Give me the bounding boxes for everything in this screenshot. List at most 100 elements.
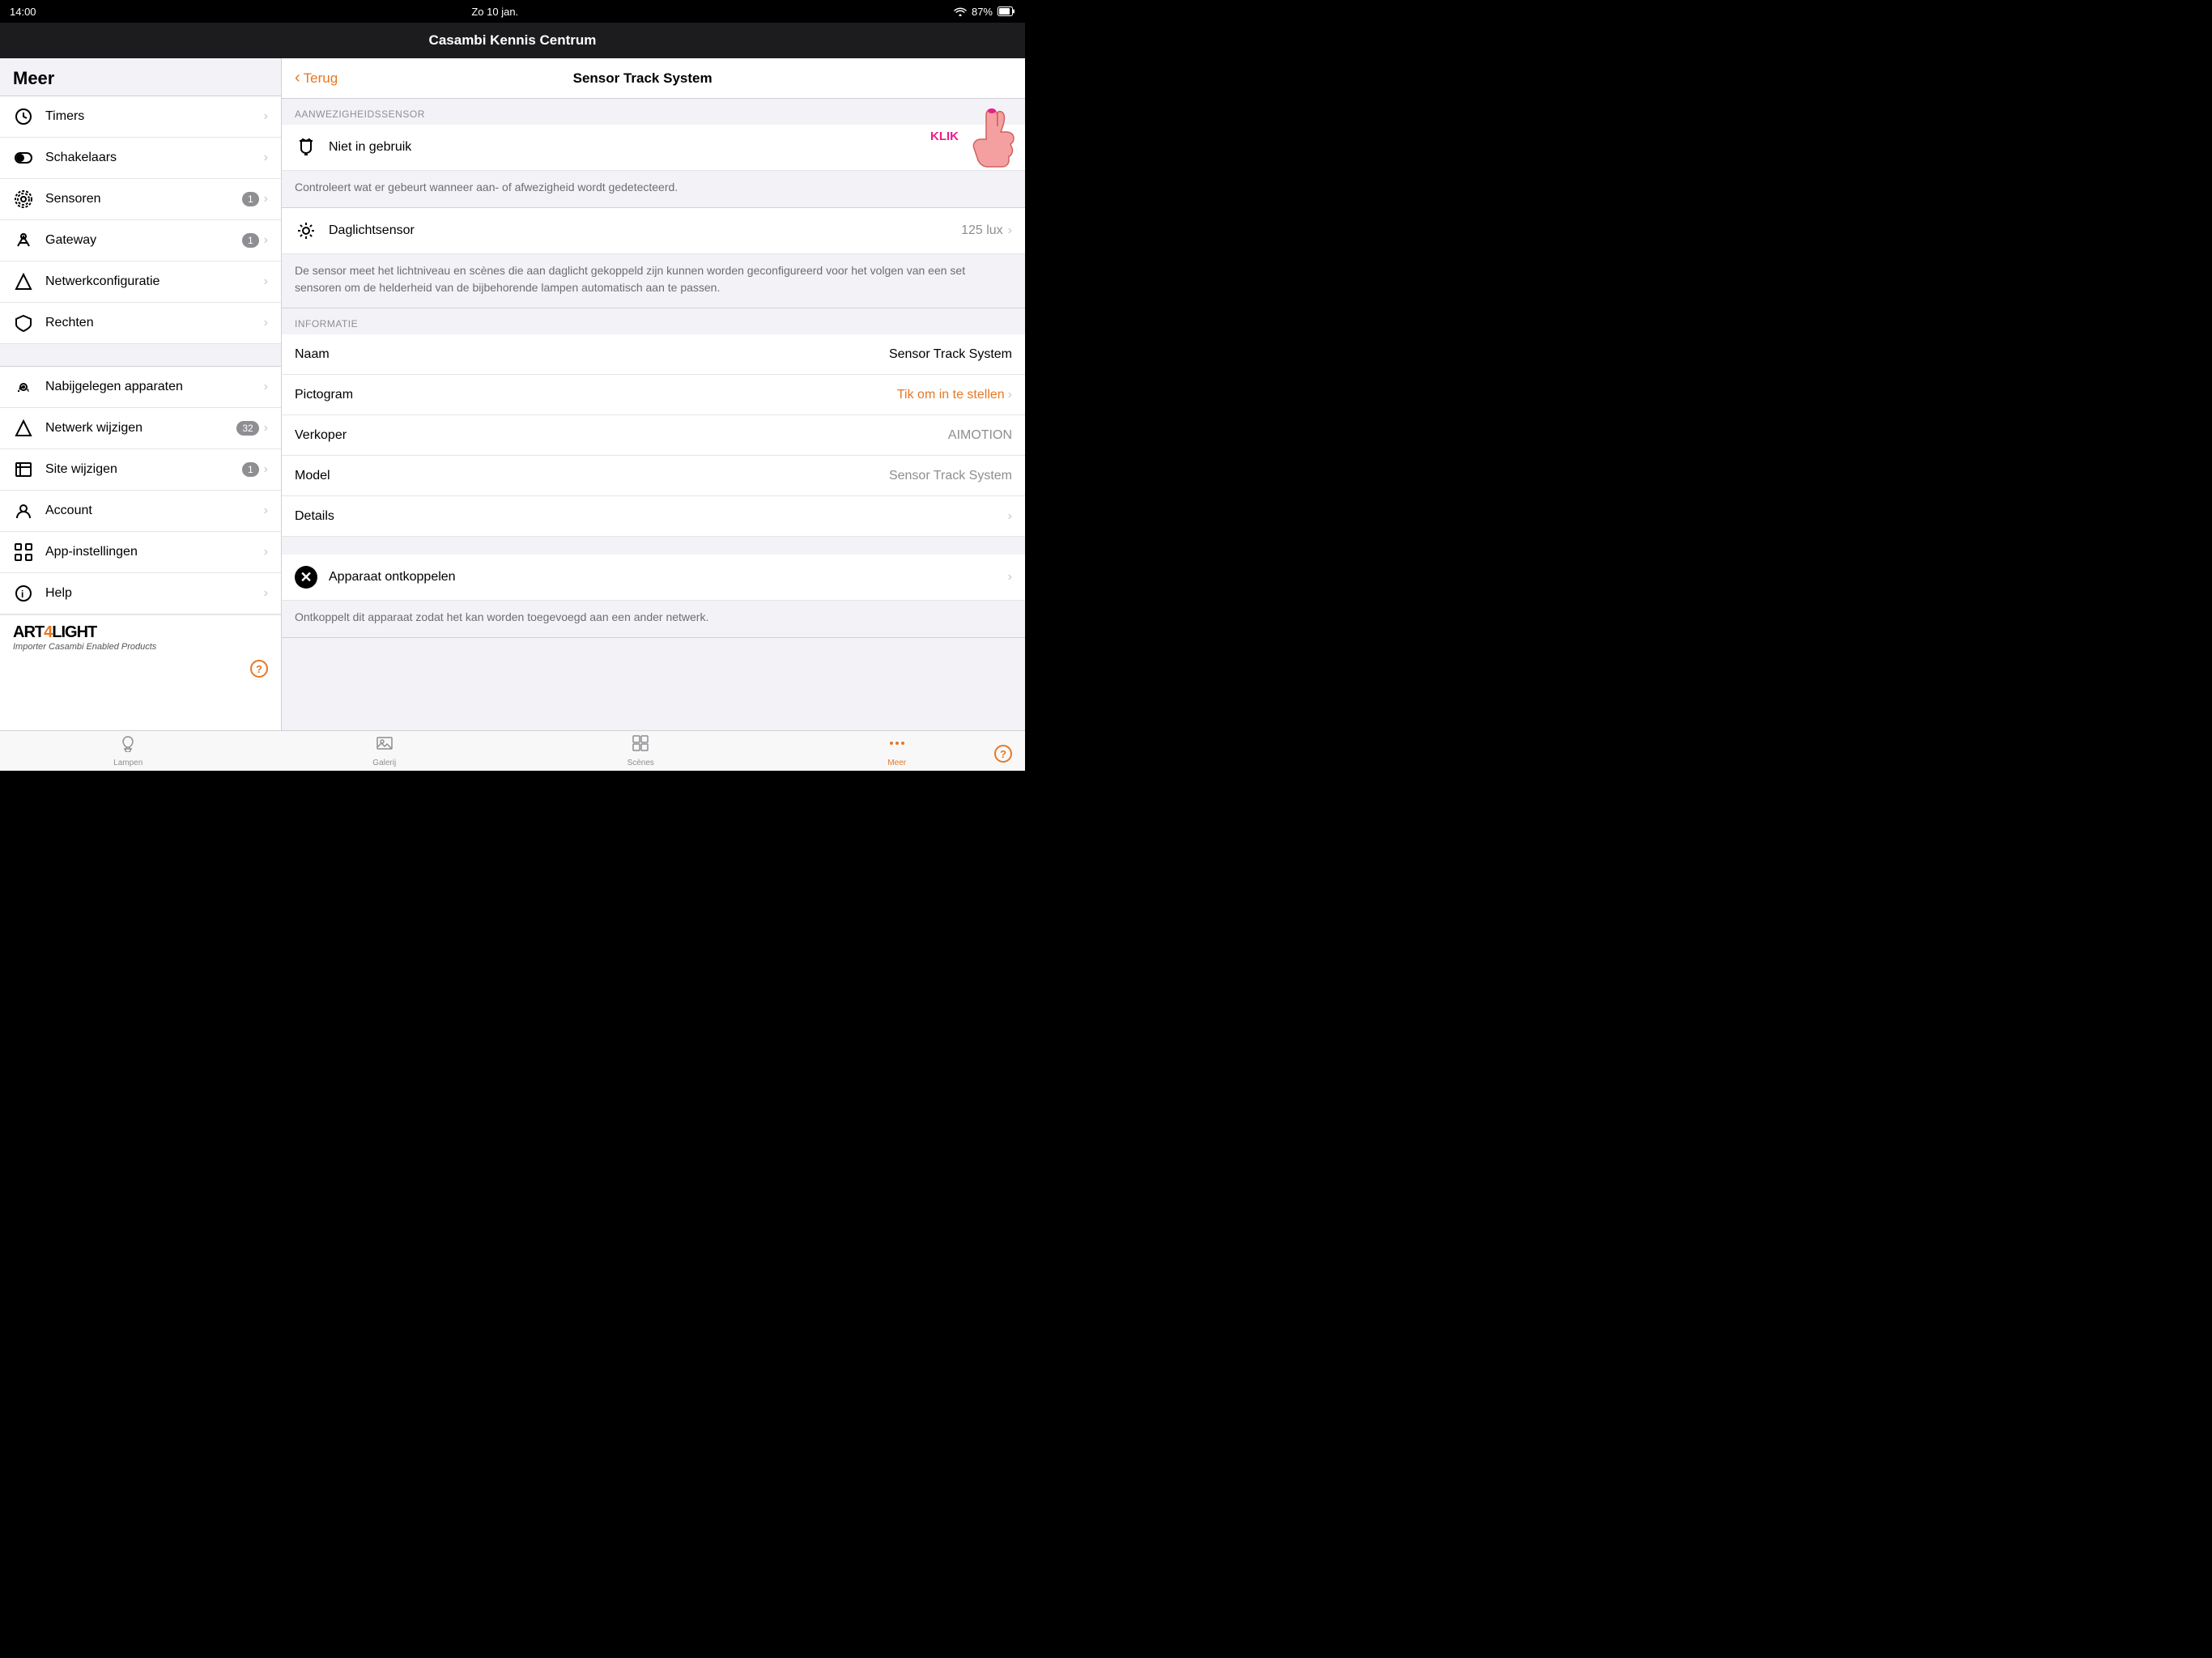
sidebar-item-gateway[interactable]: Gateway 1 › — [0, 220, 281, 261]
sensor-bell-icon — [295, 136, 317, 159]
info-key-details: Details — [295, 509, 424, 524]
sidebar-item-app-instellingen[interactable]: App-instellingen › — [0, 532, 281, 573]
info-value-naam: Sensor Track System — [424, 347, 1012, 362]
chevron-icon: › — [264, 462, 268, 477]
sidebar-item-account[interactable]: Account › — [0, 491, 281, 532]
chevron-icon: › — [1008, 223, 1012, 238]
gateway-icon — [13, 230, 34, 251]
gallery-icon — [376, 734, 393, 757]
sun-icon — [295, 219, 317, 242]
badge-sensoren: 1 — [242, 192, 259, 206]
badge-gateway: 1 — [242, 233, 259, 248]
info-row-pictogram[interactable]: Pictogram Tik om in te stellen › — [282, 375, 1025, 415]
tab-galerij[interactable]: Galerij — [257, 734, 513, 767]
clock-icon — [13, 106, 34, 127]
sidebar-label-site-wijzigen: Site wijzigen — [45, 462, 242, 477]
title-bar: Casambi Kennis Centrum — [0, 23, 1025, 58]
help-icon-right-container: ? — [994, 745, 1012, 763]
help-icon-right[interactable]: ? — [994, 745, 1012, 763]
daglichtsensor-description: De sensor meet het lichtniveau en scènes… — [282, 254, 1025, 308]
lamp-icon — [119, 734, 137, 757]
edit-network-icon — [13, 418, 34, 439]
back-button[interactable]: ‹ Terug — [295, 69, 338, 87]
tab-label-scenes: Scènes — [627, 759, 654, 767]
info-key-model: Model — [295, 469, 424, 483]
dots-icon — [888, 734, 906, 757]
disconnect-label: Apparaat ontkoppelen — [329, 570, 1008, 585]
sidebar-item-site-wijzigen[interactable]: Site wijzigen 1 › — [0, 449, 281, 491]
info-row-details[interactable]: Details › — [282, 496, 1025, 537]
sidebar-item-sensoren[interactable]: Sensoren 1 › — [0, 179, 281, 220]
chevron-icon: › — [264, 316, 268, 330]
shield-icon — [13, 312, 34, 334]
tab-label-galerij: Galerij — [372, 759, 396, 767]
info-value-verkoper: AIMOTION — [424, 428, 1012, 443]
info-row-verkoper: Verkoper AIMOTION — [282, 415, 1025, 456]
sidebar-item-timers[interactable]: Timers › — [0, 96, 281, 138]
chevron-icon: › — [264, 421, 268, 436]
tab-lampen[interactable]: Lampen — [0, 734, 257, 767]
wifi-icon — [954, 6, 967, 16]
logo-text: ART4LIGHT — [13, 623, 268, 642]
sidebar-item-nabijgelegen[interactable]: Nabijgelegen apparaten › — [0, 367, 281, 408]
sidebar-label-app-instellingen: App-instellingen — [45, 545, 264, 559]
status-right: 87% — [954, 6, 1015, 18]
tab-label-lampen: Lampen — [113, 759, 143, 767]
status-date: Zo 10 jan. — [471, 6, 518, 18]
daglichtsensor-label: Daglichtsensor — [329, 223, 961, 238]
logo-subtitle: Importer Casambi Enabled Products — [13, 642, 268, 652]
aanwezigheidssensor-row[interactable]: Niet in gebruik › — [282, 125, 1025, 171]
chevron-icon: › — [264, 274, 268, 289]
chevron-icon: › — [264, 380, 268, 394]
svg-text:i: i — [21, 589, 23, 600]
sidebar-item-netwerk-wijzigen[interactable]: Netwerk wijzigen 32 › — [0, 408, 281, 449]
sidebar-label-account: Account — [45, 504, 264, 518]
sidebar-label-help: Help — [45, 586, 264, 601]
info-key-verkoper: Verkoper — [295, 428, 424, 443]
battery-level: 87% — [972, 6, 993, 18]
logo-number: 4 — [44, 623, 52, 641]
back-label: Terug — [304, 70, 338, 87]
sidebar-item-schakelaars[interactable]: Schakelaars › — [0, 138, 281, 179]
disconnect-row[interactable]: ✕ Apparaat ontkoppelen › — [282, 555, 1025, 601]
chevron-icon: › — [1008, 570, 1012, 585]
sidebar-label-timers: Timers — [45, 109, 264, 124]
back-chevron-icon: ‹ — [295, 69, 300, 87]
chevron-icon: › — [1008, 388, 1012, 402]
app-settings-icon — [13, 542, 34, 563]
sidebar: Meer Timers › Schakelaars › — [0, 58, 282, 730]
daglichtsensor-row[interactable]: Daglichtsensor 125 lux › — [282, 208, 1025, 254]
tab-scenes[interactable]: Scènes — [513, 734, 769, 767]
site-icon — [13, 459, 34, 480]
chevron-icon: › — [1008, 509, 1012, 524]
switch-icon — [13, 147, 34, 168]
info-value-pictogram: Tik om in te stellen — [424, 388, 1005, 402]
sidebar-divider-1 — [0, 344, 281, 367]
account-icon — [13, 500, 34, 521]
chevron-icon: › — [264, 586, 268, 601]
sensor-icon — [13, 189, 34, 210]
right-panel-title: Sensor Track System — [338, 70, 947, 87]
tab-label-meer: Meer — [887, 759, 906, 767]
sidebar-label-gateway: Gateway — [45, 233, 242, 248]
network-icon — [13, 271, 34, 292]
info-key-naam: Naam — [295, 347, 424, 362]
help-icon-left[interactable]: ? — [250, 660, 268, 678]
sidebar-item-rechten[interactable]: Rechten › — [0, 303, 281, 344]
sidebar-label-sensoren: Sensoren — [45, 192, 242, 206]
aanwezigheidssensor-description: Controleert wat er gebeurt wanneer aan- … — [282, 171, 1025, 208]
chevron-icon: › — [264, 109, 268, 124]
chevron-icon: › — [264, 233, 268, 248]
app-title: Casambi Kennis Centrum — [429, 32, 597, 49]
sidebar-label-netwerkconfiguratie: Netwerkconfiguratie — [45, 274, 264, 289]
sidebar-item-netwerkconfiguratie[interactable]: Netwerkconfiguratie › — [0, 261, 281, 303]
badge-site: 1 — [242, 462, 259, 477]
sidebar-item-help[interactable]: i Help › — [0, 573, 281, 614]
scenes-icon — [632, 734, 649, 757]
tab-meer[interactable]: Meer — [769, 734, 1026, 767]
aanwezigheidssensor-label: Niet in gebruik — [329, 140, 1008, 155]
sidebar-label-nabijgelegen: Nabijgelegen apparaten — [45, 380, 264, 394]
status-time: 14:00 — [10, 6, 36, 18]
x-circle-icon: ✕ — [295, 566, 317, 589]
tab-bar: Lampen Galerij Scènes — [0, 730, 1025, 771]
